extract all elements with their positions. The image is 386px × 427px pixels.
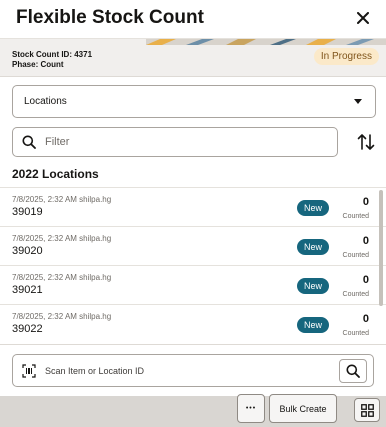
row-status-badge: New	[297, 278, 329, 294]
row-meta: 7/8/2025, 2:32 AM shilpa.hg	[12, 312, 112, 321]
row-count-label: Counted	[342, 330, 369, 337]
row-status-badge: New	[297, 200, 329, 216]
row-location-id: 39022	[12, 323, 43, 335]
list-item[interactable]: 7/8/2025, 2:32 AM shilpa.hg 39019 New 0 …	[0, 187, 386, 226]
locations-section-title: 2022 Locations	[12, 167, 99, 181]
sort-icon	[357, 134, 375, 150]
row-status-badge: New	[297, 239, 329, 255]
grid-icon	[360, 403, 374, 417]
dialog-header: Flexible Stock Count	[0, 0, 386, 39]
barcode-scan-icon	[22, 364, 36, 378]
list-item[interactable]: 7/8/2025, 2:32 AM shilpa.hg 39022 New 0 …	[0, 304, 386, 343]
location-list: 7/8/2025, 2:32 AM shilpa.hg 39019 New 0 …	[0, 187, 386, 344]
list-item[interactable]: 7/8/2025, 2:32 AM shilpa.hg 39021 New 0 …	[0, 265, 386, 304]
filter-input[interactable]	[45, 129, 331, 155]
search-icon	[22, 135, 36, 149]
scan-area	[0, 344, 386, 396]
locations-select-value: Locations	[24, 96, 67, 107]
count-info-banner: Stock Count ID: 4371 Phase: Count In Pro…	[0, 39, 386, 77]
row-count: 0	[362, 313, 369, 325]
row-location-id: 39019	[12, 206, 43, 218]
dialog-title: Flexible Stock Count	[16, 7, 204, 28]
more-actions-button[interactable]: •••	[237, 394, 265, 423]
row-count-label: Counted	[342, 291, 369, 298]
row-count: 0	[362, 196, 369, 208]
filter-field[interactable]	[12, 127, 338, 157]
close-icon	[357, 12, 369, 24]
footer-toolbar: ••• Bulk Create	[0, 394, 386, 427]
banner-decoration	[146, 39, 386, 45]
row-count: 0	[362, 274, 369, 286]
locations-select[interactable]: Locations	[12, 85, 376, 118]
scan-input[interactable]	[45, 358, 335, 383]
more-label: •••	[245, 405, 257, 412]
sort-button[interactable]	[355, 131, 377, 153]
close-button[interactable]	[353, 7, 373, 29]
scan-search-button[interactable]	[339, 359, 367, 383]
list-scrollbar[interactable]	[378, 187, 384, 342]
row-meta: 7/8/2025, 2:32 AM shilpa.hg	[12, 273, 112, 282]
status-badge: In Progress	[313, 48, 379, 65]
chevron-down-icon	[354, 99, 362, 104]
row-count: 0	[362, 235, 369, 247]
count-meta: Stock Count ID: 4371 Phase: Count	[12, 50, 92, 70]
row-location-id: 39021	[12, 284, 43, 296]
row-count-label: Counted	[342, 213, 369, 220]
row-status-badge: New	[297, 317, 329, 333]
search-icon	[346, 364, 360, 378]
row-meta: 7/8/2025, 2:32 AM shilpa.hg	[12, 195, 112, 204]
bulk-create-button[interactable]: Bulk Create	[269, 394, 337, 423]
scrollbar-thumb[interactable]	[379, 190, 383, 306]
row-meta: 7/8/2025, 2:32 AM shilpa.hg	[12, 234, 112, 243]
count-phase: Phase: Count	[12, 60, 64, 69]
row-location-id: 39020	[12, 245, 43, 257]
list-item[interactable]: 7/8/2025, 2:32 AM shilpa.hg 39020 New 0 …	[0, 226, 386, 265]
stock-count-id: Stock Count ID: 4371	[12, 50, 93, 59]
row-count-label: Counted	[342, 252, 369, 259]
grid-view-button[interactable]	[354, 398, 380, 422]
scan-field[interactable]	[12, 354, 374, 387]
